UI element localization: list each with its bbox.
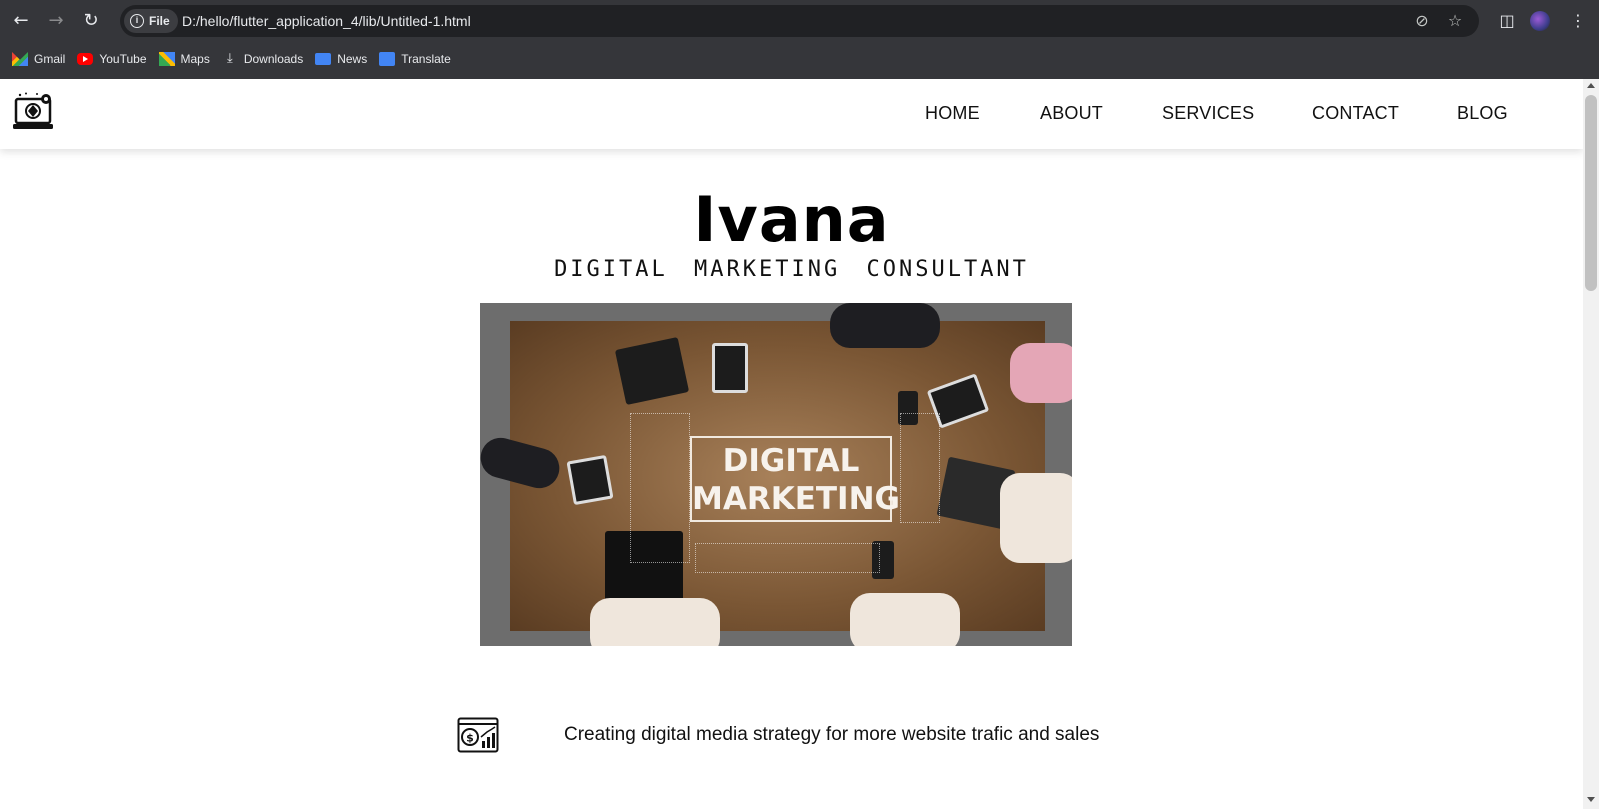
service-text: Creating digital media strategy for more… xyxy=(564,724,1100,745)
person-shape xyxy=(590,598,720,646)
url-text[interactable]: D:/hello/flutter_application_4/lib/Untit… xyxy=(182,5,471,37)
caption-line-1: DIGITAL xyxy=(722,443,860,479)
bookmark-label: Maps xyxy=(180,52,210,66)
bookmark-downloads[interactable]: ⤓ Downloads xyxy=(220,45,313,73)
gmail-icon xyxy=(12,52,28,66)
reload-icon[interactable]: ↻ xyxy=(79,9,103,33)
person-shape xyxy=(830,303,940,348)
bookmark-label: Gmail xyxy=(34,52,66,66)
site-header: HOME ABOUT SERVICES CONTACT BLOG xyxy=(0,79,1583,149)
person-shape xyxy=(1000,473,1072,563)
tablet-shape xyxy=(566,454,614,506)
hero-image: DIGITAL MARKETING xyxy=(480,303,1072,646)
info-icon: i xyxy=(130,14,144,28)
web-page: HOME ABOUT SERVICES CONTACT BLOG Ivana D… xyxy=(0,79,1583,809)
bookmark-label: Translate xyxy=(401,52,451,66)
person-shape xyxy=(850,593,960,646)
nav-contact[interactable]: CONTACT xyxy=(1312,103,1399,124)
money-chart-icon: $ xyxy=(457,717,499,753)
bookmark-gmail[interactable]: Gmail xyxy=(10,45,75,73)
address-bar[interactable]: i File D:/hello/flutter_application_4/li… xyxy=(120,5,1479,37)
eye-off-icon[interactable]: ⊘ xyxy=(1410,9,1434,33)
site-info-chip[interactable]: i File xyxy=(124,9,178,33)
hologram-graphic xyxy=(630,413,690,563)
service-item: $ Creating digital media strategy for mo… xyxy=(0,715,1583,755)
side-panel-icon[interactable]: ◫ xyxy=(1495,9,1519,33)
forward-arrow-icon[interactable]: → xyxy=(44,9,68,33)
hero-name: Ivana xyxy=(693,183,890,256)
scroll-up-arrow-icon[interactable] xyxy=(1587,83,1595,88)
scroll-thumb[interactable] xyxy=(1585,95,1597,291)
profile-avatar[interactable] xyxy=(1530,11,1550,31)
page-scrollbar[interactable] xyxy=(1583,79,1599,809)
nav-blog[interactable]: BLOG xyxy=(1457,103,1508,124)
download-icon: ⤓ xyxy=(226,51,233,66)
bookmark-label: Downloads xyxy=(243,52,304,66)
hero-subtitle: DIGITAL MARKETING CONSULTANT xyxy=(554,257,1029,282)
youtube-icon xyxy=(77,53,94,65)
bookmark-label: News xyxy=(337,52,368,66)
scroll-down-arrow-icon[interactable] xyxy=(1587,797,1595,802)
laptop-logo-icon[interactable] xyxy=(12,91,54,133)
bookmarks-bar: Gmail YouTube Maps ⤓ Downloads News Tran… xyxy=(0,44,1599,74)
kebab-menu-icon[interactable]: ⋮ xyxy=(1566,9,1590,33)
nav-about[interactable]: ABOUT xyxy=(1040,103,1103,124)
bookmark-label: YouTube xyxy=(99,52,147,66)
caption-line-2: MARKETING xyxy=(692,481,900,517)
file-chip-label: File xyxy=(149,14,170,28)
hero-image-caption: DIGITAL MARKETING xyxy=(690,436,900,522)
tablet-shape xyxy=(712,343,748,393)
maps-icon xyxy=(158,52,175,66)
news-icon xyxy=(315,53,332,65)
bookmark-youtube[interactable]: YouTube xyxy=(75,45,156,73)
nav-home[interactable]: HOME xyxy=(925,103,980,124)
nav-services[interactable]: SERVICES xyxy=(1162,103,1254,124)
browser-toolbar: ← → ↻ i File D:/hello/flutter_applicatio… xyxy=(0,0,1599,42)
svg-text:$: $ xyxy=(466,732,474,745)
hologram-graphic xyxy=(900,413,940,523)
person-shape xyxy=(1010,343,1072,403)
translate-icon xyxy=(379,52,396,66)
bookmark-maps[interactable]: Maps xyxy=(157,45,220,73)
bookmark-news[interactable]: News xyxy=(313,45,377,73)
hologram-graphic xyxy=(695,543,880,573)
browser-chrome: ← → ↻ i File D:/hello/flutter_applicatio… xyxy=(0,0,1599,79)
back-arrow-icon[interactable]: ← xyxy=(9,9,33,33)
bookmark-translate[interactable]: Translate xyxy=(377,45,461,73)
bookmark-star-icon[interactable]: ☆ xyxy=(1443,9,1467,33)
